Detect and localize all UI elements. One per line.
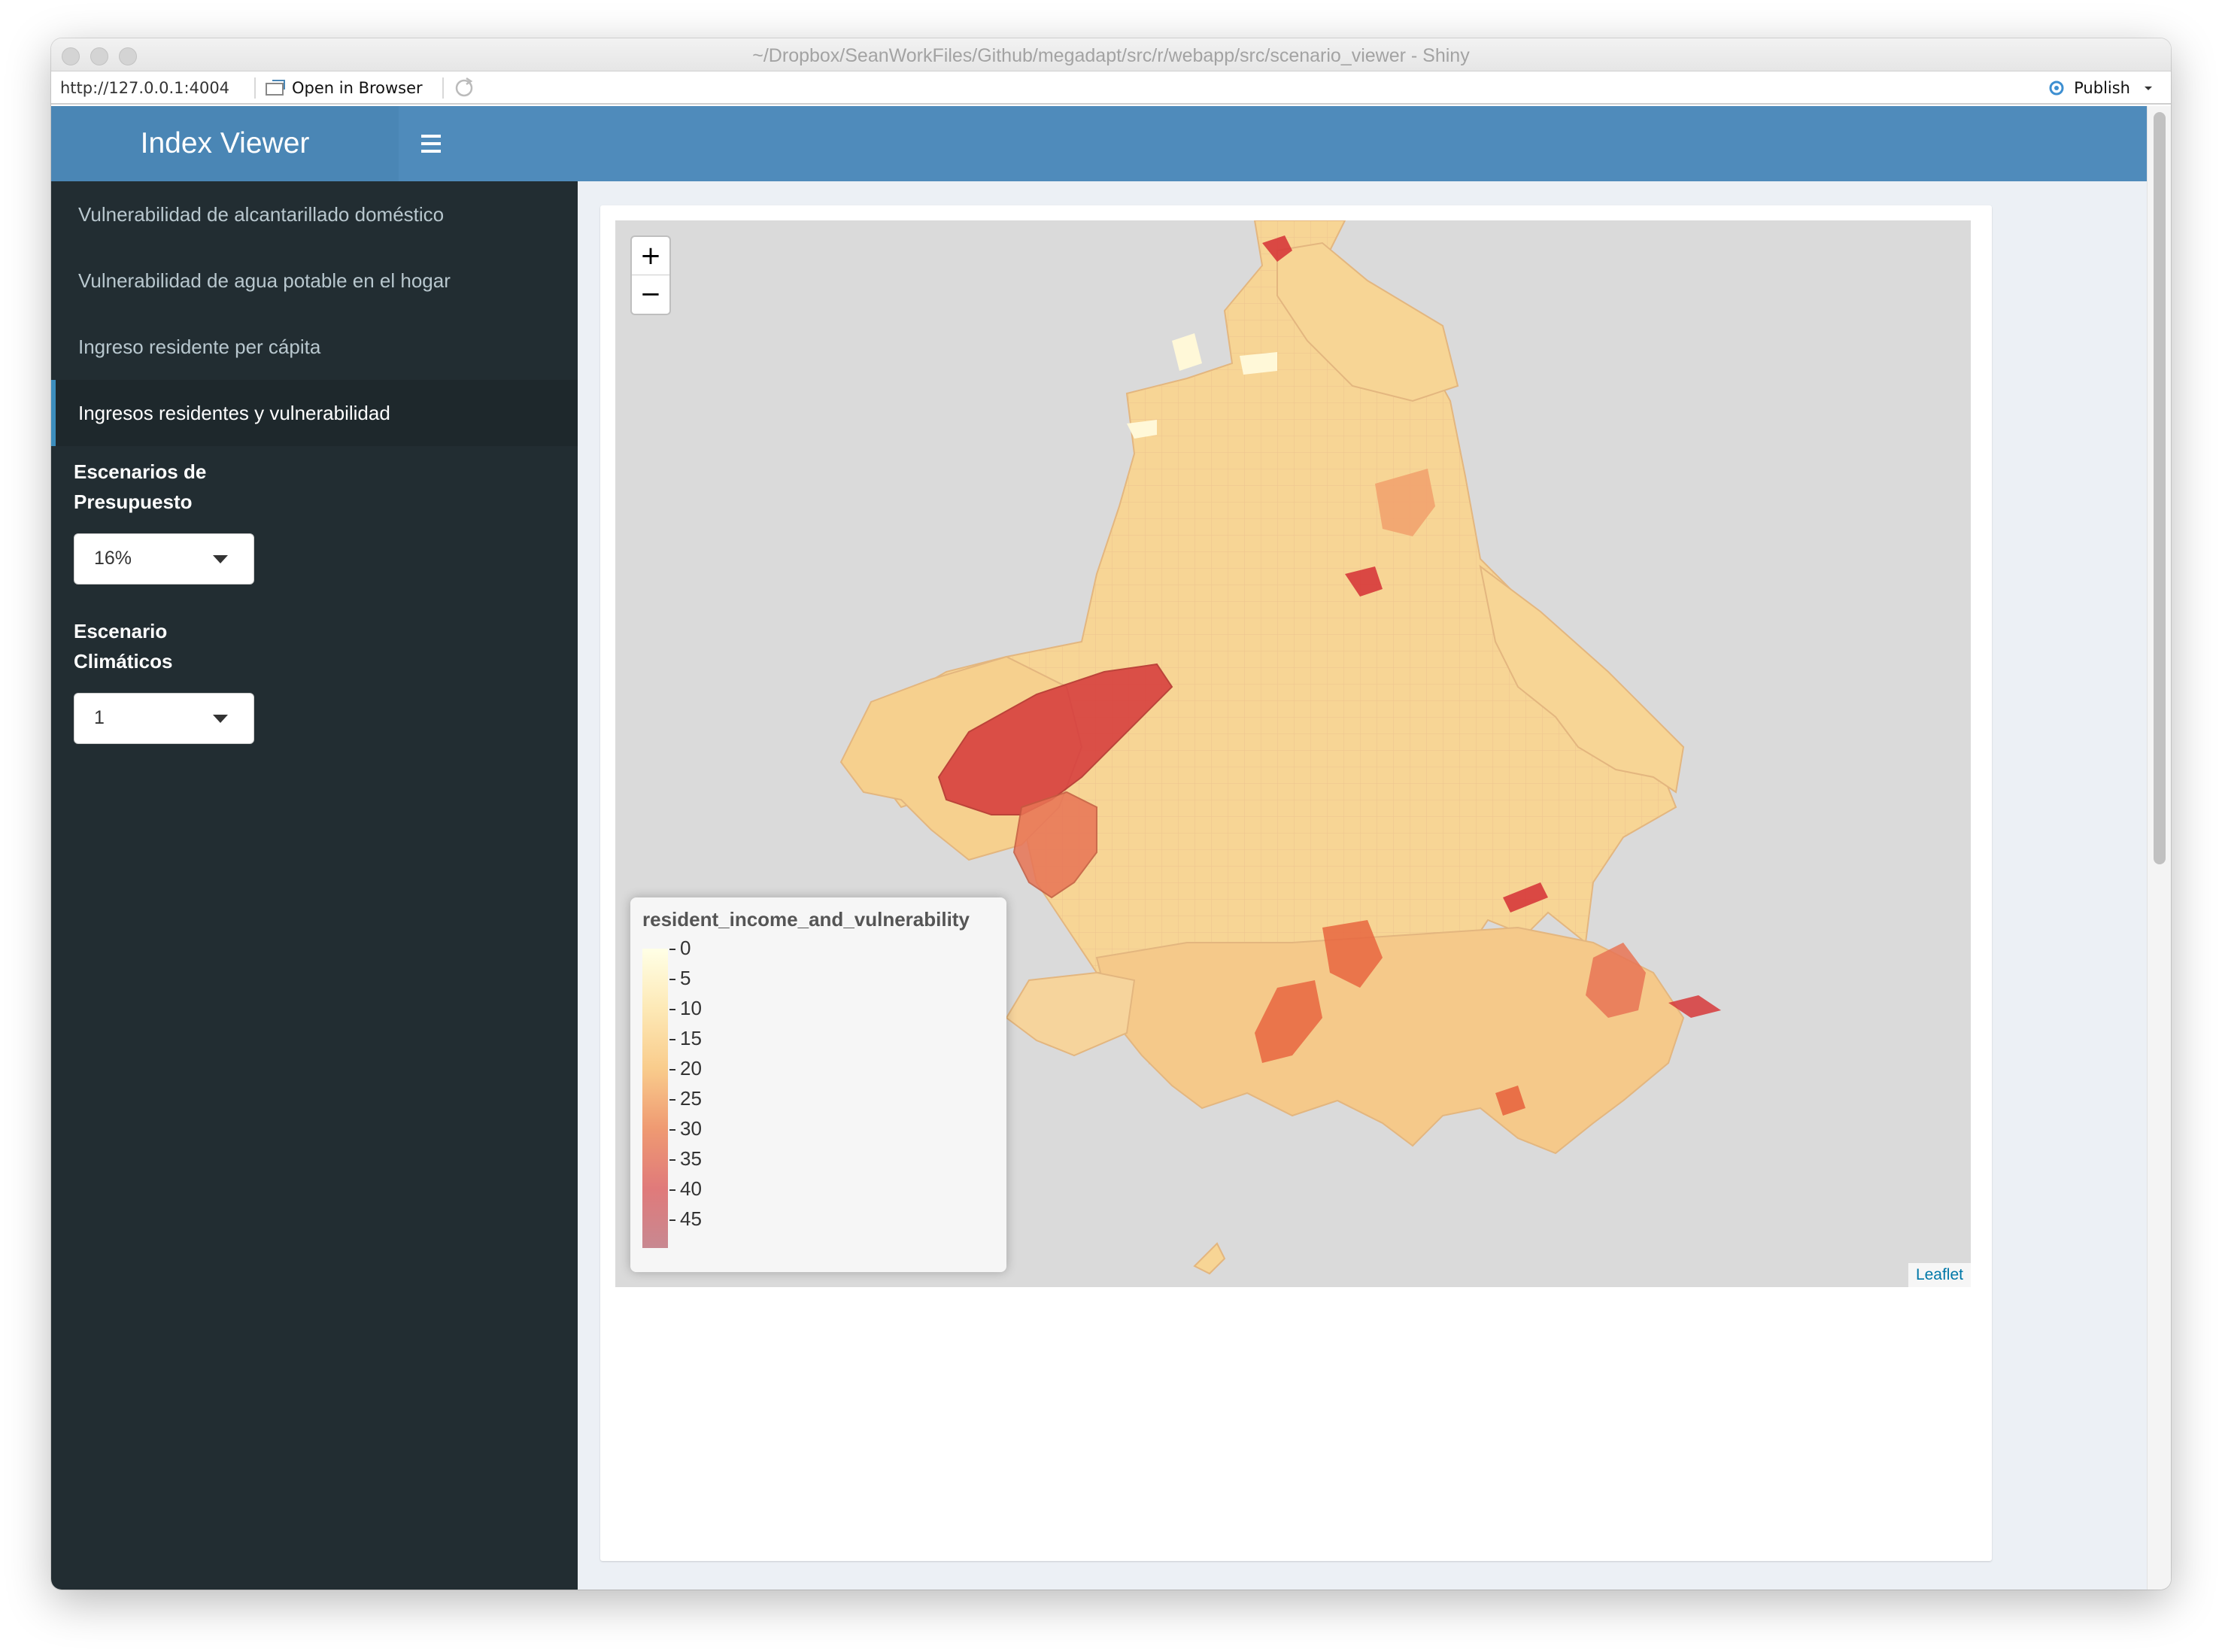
legend-tick: 45	[669, 1207, 730, 1231]
divider	[442, 77, 444, 99]
leaflet-map[interactable]: + − resident_income_and_vulnerability 0 …	[615, 220, 1971, 1287]
window-titlebar: ~/Dropbox/SeanWorkFiles/Github/megadapt/…	[51, 38, 2171, 71]
publish-button[interactable]: Publish	[2045, 76, 2154, 100]
budget-scenario-label: Escenarios de Presupuesto	[74, 457, 206, 517]
climate-scenario-label: Escenario Climáticos	[74, 616, 173, 676]
divider	[254, 77, 256, 99]
menu-icon-bar	[421, 142, 441, 145]
menu-icon-bar	[421, 135, 441, 138]
climate-label-line1: Escenario	[74, 620, 168, 642]
zoom-control: + −	[630, 235, 671, 315]
budget-label-line2: Presupuesto	[74, 490, 193, 513]
page-scrollbar[interactable]	[2147, 106, 2171, 1590]
legend-color-ramp	[642, 949, 668, 1248]
app-header: Index Viewer	[51, 106, 2147, 181]
climate-label-line2: Climáticos	[74, 650, 173, 673]
budget-label-line1: Escenarios de	[74, 460, 207, 483]
caret-down-icon	[213, 555, 228, 563]
legend-tick: 15	[669, 1027, 730, 1050]
budget-scenario-value: 16%	[94, 548, 132, 569]
legend-tick: 30	[669, 1117, 730, 1140]
south-west-polygon[interactable]	[1005, 971, 1136, 1057]
shiny-app: Index Viewer Vulnerabilidad de alcantari…	[51, 106, 2147, 1590]
main-content: + − resident_income_and_vulnerability 0 …	[578, 181, 2147, 1590]
open-in-browser-label: Open in Browser	[292, 79, 423, 97]
legend-tick: 25	[669, 1087, 730, 1110]
sidebar-toggle-button[interactable]	[399, 106, 463, 181]
url-bar: http://127.0.0.1:4004 Open in Browser Pu…	[51, 71, 2171, 105]
publish-icon	[2049, 80, 2064, 96]
sidebar-item-income-per-capita[interactable]: Ingreso residente per cápita	[51, 314, 578, 380]
legend-tick: 10	[669, 997, 730, 1020]
leaflet-attribution-link[interactable]: Leaflet	[1908, 1263, 1971, 1287]
climate-scenario-value: 1	[94, 707, 105, 728]
low-vuln-polygon[interactable]	[1172, 333, 1202, 371]
menu-icon-bar	[421, 150, 441, 153]
app-window: ~/Dropbox/SeanWorkFiles/Github/megadapt/…	[51, 38, 2171, 1590]
zoom-in-button[interactable]: +	[632, 237, 669, 275]
sidebar-item-income-and-vulnerability[interactable]: Ingresos residentes y vulnerabilidad	[51, 380, 578, 446]
scrollbar-thumb[interactable]	[2154, 112, 2166, 864]
open-in-browser-button[interactable]: Open in Browser	[265, 76, 423, 100]
sidebar-item-sewer-vulnerability[interactable]: Vulnerabilidad de alcantarillado domésti…	[51, 181, 578, 247]
budget-scenario-select[interactable]: 16%	[74, 533, 254, 585]
window-title: ~/Dropbox/SeanWorkFiles/Github/megadapt/…	[752, 45, 1470, 66]
caret-down-icon	[213, 715, 228, 723]
legend-tick: 0	[669, 937, 730, 960]
chevron-down-icon	[2145, 87, 2152, 90]
low-vuln-polygon[interactable]	[1240, 352, 1277, 375]
sidebar-item-water-vulnerability[interactable]: Vulnerabilidad de agua potable en el hog…	[51, 247, 578, 314]
app-title: Index Viewer	[51, 106, 399, 181]
legend-tick: 5	[669, 967, 730, 990]
legend-tick: 40	[669, 1177, 730, 1201]
publish-label: Publish	[2074, 79, 2130, 97]
legend-tick: 20	[669, 1057, 730, 1080]
map-legend: resident_income_and_vulnerability 0 5 10…	[630, 897, 1006, 1272]
legend-title: resident_income_and_vulnerability	[642, 908, 970, 931]
isolated-south-polygon[interactable]	[1193, 1242, 1226, 1275]
sidebar: Vulnerabilidad de alcantarillado domésti…	[51, 181, 578, 1590]
climate-scenario-select[interactable]: 1	[74, 693, 254, 744]
open-browser-icon	[266, 80, 285, 96]
refresh-icon[interactable]	[453, 77, 475, 99]
zoom-out-button[interactable]: −	[632, 275, 669, 314]
url-text[interactable]: http://127.0.0.1:4004	[60, 79, 229, 97]
map-box: + − resident_income_and_vulnerability 0 …	[600, 205, 1992, 1561]
legend-tick: 35	[669, 1147, 730, 1171]
